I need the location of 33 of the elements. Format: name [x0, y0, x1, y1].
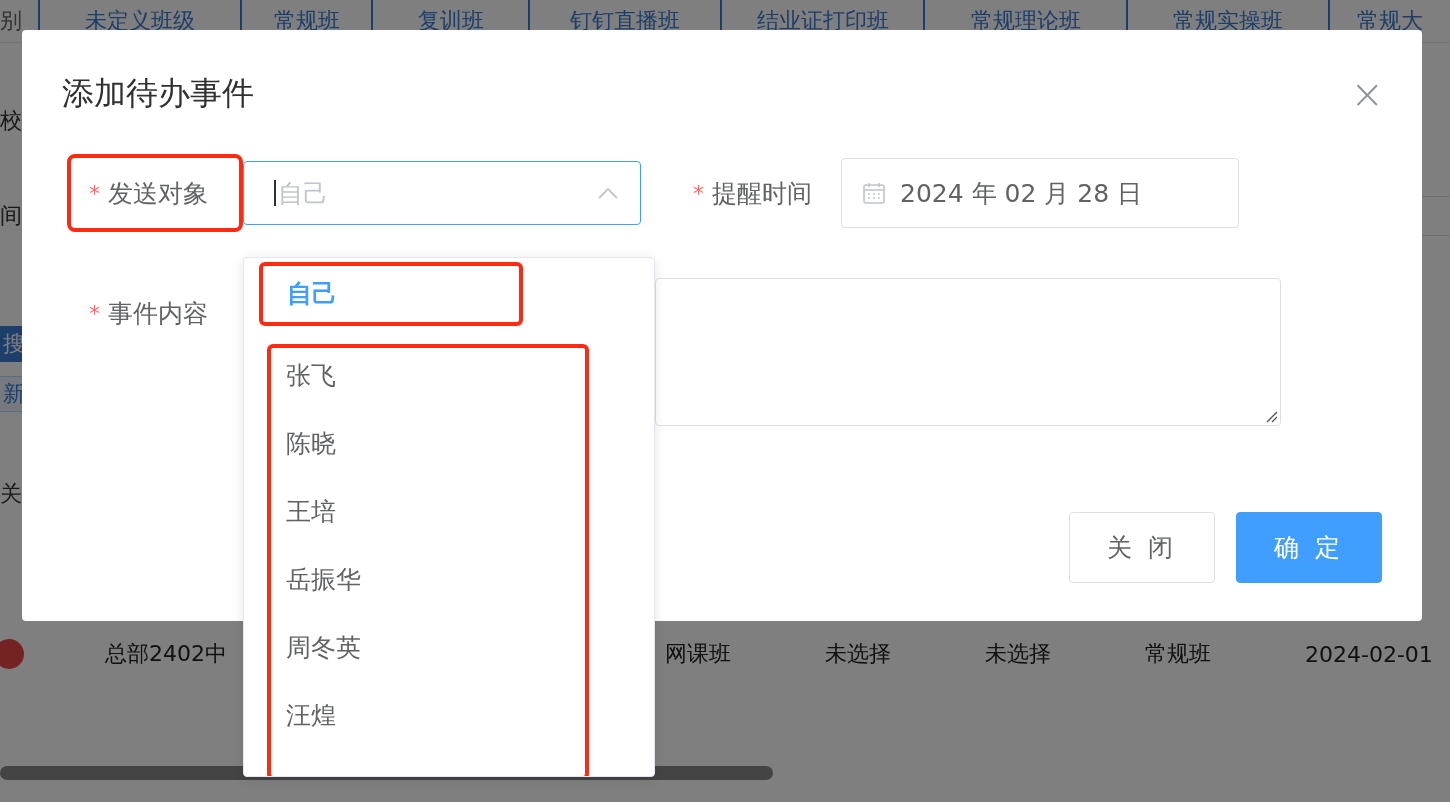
select-field[interactable]: 自己: [243, 161, 641, 225]
dropdown-option[interactable]: 自己: [259, 262, 523, 326]
close-button[interactable]: 关 闭: [1069, 512, 1215, 583]
table-cell-text: 未选择: [985, 640, 1051, 668]
date-field[interactable]: 2024 年 02 月 28 日: [841, 158, 1239, 228]
dropdown-option[interactable]: 陈晓: [271, 416, 585, 484]
required-mark: *: [89, 180, 100, 206]
dropdown-option[interactable]: 汪煌: [271, 688, 585, 756]
dropdown-option[interactable]: 周冬英: [271, 620, 585, 688]
table-cell-text: 未选择: [825, 640, 891, 668]
field-label: 校: [0, 107, 22, 135]
resize-handle-icon[interactable]: [1266, 411, 1278, 423]
dropdown-option[interactable]: 岳振华: [271, 552, 585, 620]
field-label: 关: [0, 480, 22, 508]
field-label: 间: [0, 202, 22, 230]
table-cell-text: 总部2402中: [105, 640, 227, 668]
dropdown-option[interactable]: 张飞: [271, 348, 585, 416]
confirm-button[interactable]: 确 定: [1236, 512, 1382, 583]
table-cell-text: 网课班: [665, 640, 731, 668]
status-dot: [0, 639, 24, 669]
required-mark: *: [693, 180, 704, 206]
field-label: 发送对象: [108, 177, 208, 210]
calendar-icon: [862, 181, 886, 205]
chevron-up-icon: [598, 187, 618, 199]
table-cell-text: 常规班: [1145, 640, 1211, 668]
dialog-title: 添加待办事件: [62, 73, 254, 114]
field-label: 提醒时间: [712, 177, 812, 210]
table-cell: 2024-02-01: [1305, 641, 1433, 667]
close-button[interactable]: ×: [1350, 74, 1384, 114]
dropdown-option[interactable]: 王培: [271, 484, 585, 552]
field-label: 事件内容: [108, 297, 208, 330]
required-mark: *: [89, 300, 100, 326]
field-label: 别: [0, 7, 23, 35]
